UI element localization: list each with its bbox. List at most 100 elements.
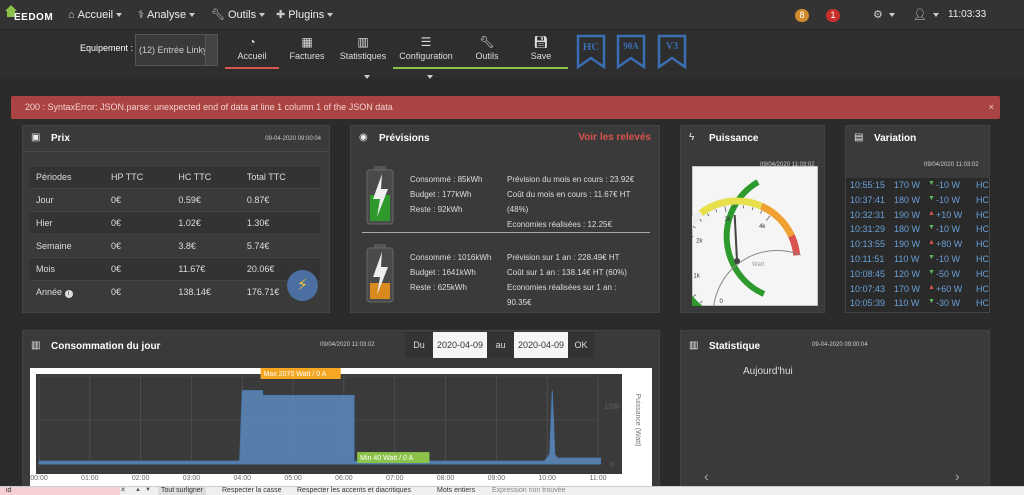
- svg-text:V3: V3: [666, 41, 678, 52]
- date-from-input[interactable]: 2020-04-09: [433, 332, 487, 358]
- caret-down-icon: [888, 13, 895, 18]
- gauge-tick-label: 3k: [724, 217, 731, 223]
- arrow-down-icon: ▼: [928, 298, 935, 306]
- save-icon: 💾︎: [533, 35, 549, 49]
- find-next-icon[interactable]: ▼: [145, 486, 155, 495]
- variation-time: 10:07:43: [850, 283, 886, 294]
- variation-tarif: HC: [976, 283, 989, 294]
- variation-time: 10:11:51: [850, 254, 885, 264]
- find-diacritics-toggle[interactable]: Respecter les accents et diacritiques: [297, 487, 411, 495]
- notification-badge-red[interactable]: 1: [826, 9, 840, 22]
- annotation-label: Max 2070 Watt / 0 A: [264, 371, 327, 378]
- y-tick-label: 0: [610, 462, 614, 469]
- carousel-next-icon[interactable]: ›: [955, 468, 960, 484]
- info-icon[interactable]: i: [64, 289, 73, 298]
- x-tick-label: 00:00: [30, 475, 48, 482]
- find-highlight-all-toggle[interactable]: Tout surligner: [158, 487, 207, 495]
- user-icon: 👤︎: [913, 9, 927, 21]
- equipement-label: Equipement :: [80, 43, 134, 53]
- arrow-down-icon: ▼: [928, 224, 935, 232]
- jeedom-logo[interactable]: EEDOM: [4, 4, 64, 26]
- variation-delta: -10 W: [936, 254, 961, 264]
- variation-delta: -10 W: [936, 194, 961, 205]
- variation-tarif: HC: [976, 254, 989, 264]
- variation-time: 10:13:55: [850, 239, 886, 250]
- prix-header: ▣ Prix 09-04-2020 09:00:04: [23, 126, 329, 152]
- variation-tarif: HC: [976, 194, 989, 205]
- carousel-prev-icon[interactable]: ‹: [704, 468, 709, 484]
- settings-menu[interactable]: ⚙: [873, 0, 895, 30]
- caret-down-icon: [189, 13, 196, 18]
- dashboard-icon: ◔: [248, 35, 256, 49]
- top-navbar: EEDOM ⌂ Accueil ⚕ Analyse 🔧︎ Outils ✚ Plugin…: [0, 0, 1024, 30]
- banner-90a: 90A: [616, 34, 646, 69]
- x-tick-label: 01:00: [81, 475, 99, 482]
- menu-plugins[interactable]: ✚ Plugins: [276, 0, 334, 30]
- gauge-unit: Watt: [752, 262, 764, 268]
- ok-button[interactable]: OK: [568, 332, 594, 358]
- prev-cout-an: Coût sur 1 an : 138.14€ HT (60%): [507, 268, 627, 277]
- error-alert: 200 : SyntaxError: JSON.parse: unexpecte…: [11, 96, 1000, 119]
- find-match-case-toggle[interactable]: Respecter la casse: [222, 487, 282, 495]
- active-tab-indicator: [225, 67, 279, 69]
- variation-tarif: HC: [976, 239, 989, 250]
- server-icon: ☰: [420, 35, 432, 49]
- prev-eco-an-label: Economies réalisées sur 1 an :: [507, 283, 617, 292]
- tab-accueil[interactable]: ◔ Accueil: [225, 33, 279, 69]
- statistique-panel: ▥ Statistique: [680, 330, 990, 495]
- tab-configuration[interactable]: ☰ Configuration: [395, 33, 457, 69]
- variation-time: 10:32:31: [850, 209, 886, 220]
- x-tick-label: 11:00: [590, 475, 607, 482]
- money-icon: ▣: [31, 132, 41, 143]
- variation-tarif: HC: [976, 268, 989, 279]
- power-gauge: 01k2k3k4k Watt: [692, 166, 818, 306]
- variation-tarif: HC: [976, 224, 989, 235]
- table-icon: ▤: [854, 132, 864, 143]
- svg-text:HC: HC: [583, 41, 600, 53]
- variation-power: 180 W: [894, 194, 921, 205]
- lightning-button[interactable]: ⚡︎: [287, 270, 318, 301]
- find-clear-icon[interactable]: ✕: [120, 486, 130, 495]
- annotation-label: Min 40 Watt / 0 A: [360, 455, 413, 462]
- tab-factures[interactable]: ▦ Factures: [280, 33, 334, 69]
- tab-outils[interactable]: 🔧︎ Outils: [460, 33, 514, 69]
- prev-reste: Reste : 92kWh: [410, 205, 463, 214]
- variation-tarif: HC: [976, 209, 989, 220]
- statistique-title: Statistique: [709, 341, 761, 352]
- menu-outils[interactable]: 🔧︎ Outils: [211, 0, 266, 30]
- prev-prevision-mois: Prévision du mois en cours : 23.92€: [507, 175, 635, 184]
- wrench-icon: 🔧︎: [479, 35, 495, 49]
- user-menu[interactable]: 👤︎: [913, 0, 939, 30]
- variation-list: 10:55:15 170 W ▼ -10 W HC 10:37:41 180 W ▼ -10 W…: [846, 178, 989, 312]
- find-prev-icon[interactable]: ▲: [135, 486, 145, 495]
- voir-releves-link[interactable]: Voir les relevés: [578, 132, 651, 143]
- variation-delta: +10 W: [936, 209, 963, 220]
- arrow-up-icon: ▲: [928, 209, 935, 217]
- table-icon: ▦: [301, 35, 313, 49]
- notification-badge-orange[interactable]: 8: [795, 9, 809, 22]
- x-tick-label: 02:00: [132, 475, 150, 482]
- x-tick-label: 10:00: [538, 475, 556, 482]
- battery-full-icon: [366, 166, 394, 225]
- save-button[interactable]: 💾︎ Save: [514, 33, 568, 69]
- gauge-tick-label: 1k: [693, 274, 700, 280]
- variation-power: 170 W: [894, 180, 921, 190]
- x-tick-label: 09:00: [488, 475, 506, 482]
- find-input[interactable]: id: [0, 487, 120, 495]
- previsions-title: Prévisions: [379, 133, 430, 144]
- select-arrow-icon: [205, 35, 217, 65]
- caret-down-icon: [116, 13, 123, 18]
- tab-statistiques[interactable]: ▥ Statistiques: [336, 33, 390, 69]
- equipement-select[interactable]: (12) Entrée Linky: [135, 34, 218, 66]
- menu-analyse[interactable]: ⚕ Analyse: [138, 0, 196, 30]
- alert-close-button[interactable]: ×: [989, 96, 994, 119]
- prev-budget-an: Budget : 1641kWh: [410, 268, 476, 277]
- config-tab-indicator: [393, 67, 568, 69]
- arrow-down-icon: ▼: [928, 180, 935, 187]
- menu-accueil[interactable]: ⌂ Accueil: [68, 0, 123, 30]
- au-label: au: [487, 332, 514, 358]
- find-whole-words-toggle[interactable]: Mots entiers: [437, 487, 475, 495]
- date-to-input[interactable]: 2020-04-09: [514, 332, 568, 358]
- variation-delta: -10 W: [936, 224, 961, 235]
- variation-power: 110 W: [894, 254, 920, 264]
